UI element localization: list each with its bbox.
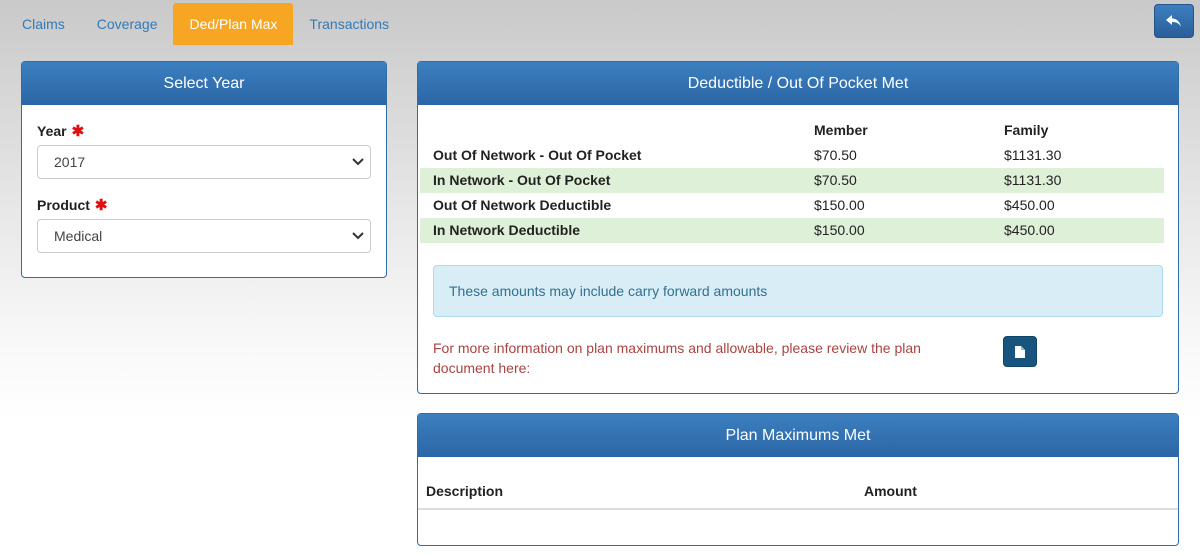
document-icon (1015, 345, 1025, 358)
reply-arrow-icon (1166, 15, 1181, 27)
year-group: Year ✱ 2017 (22, 122, 386, 179)
deductible-title: Deductible / Out Of Pocket Met (418, 62, 1178, 105)
deductible-panel: Deductible / Out Of Pocket Met Member Fa… (417, 61, 1179, 394)
required-asterisk-icon: ✱ (71, 123, 85, 140)
product-select[interactable]: Medical (37, 219, 371, 253)
select-year-title: Select Year (22, 62, 386, 105)
row-label: Out Of Network - Out Of Pocket (433, 147, 642, 163)
tab-coverage[interactable]: Coverage (81, 3, 174, 45)
member-value: $70.50 (814, 147, 857, 163)
family-column-header: Family (1004, 122, 1049, 138)
family-value: $1131.30 (1004, 147, 1062, 163)
year-select-value: 2017 (54, 154, 86, 170)
product-label: Product ✱ (37, 196, 371, 214)
description-column-header: Description (426, 483, 504, 499)
family-value: $450.00 (1004, 222, 1055, 238)
tab-claims[interactable]: Claims (6, 3, 81, 45)
row-label: In Network Deductible (433, 222, 581, 238)
carry-forward-info: These amounts may include carry forward … (433, 265, 1163, 317)
required-asterisk-icon: ✱ (94, 197, 108, 214)
plan-maximums-title: Plan Maximums Met (418, 414, 1178, 457)
member-column-header: Member (814, 122, 868, 138)
member-value: $70.50 (814, 172, 857, 188)
select-year-panel: Select Year Year ✱ 2017 Product ✱ Medica… (21, 61, 387, 278)
year-select[interactable]: 2017 (37, 145, 371, 179)
row-label: In Network - Out Of Pocket (433, 172, 611, 188)
member-value: $150.00 (814, 197, 865, 213)
chevron-down-icon (352, 232, 364, 240)
table-row: In Network Deductible $150.00 $450.00 (420, 218, 1164, 243)
deductible-header-row: Member Family (420, 118, 1164, 143)
plan-maximums-panel: Plan Maximums Met Description Amount (417, 413, 1179, 546)
year-label-text: Year (37, 123, 67, 139)
row-label: Out Of Network Deductible (433, 197, 612, 213)
plan-document-note: For more information on plan maximums an… (433, 340, 921, 376)
product-select-value: Medical (54, 228, 103, 244)
amount-column-header: Amount (864, 483, 917, 499)
tab-ded-plan-max[interactable]: Ded/Plan Max (173, 3, 294, 45)
tab-bar: Claims Coverage Ded/Plan Max Transaction… (6, 3, 1194, 46)
table-row: Out Of Network - Out Of Pocket $70.50 $1… (420, 143, 1164, 168)
back-button[interactable] (1154, 4, 1194, 38)
family-value: $1131.30 (1004, 172, 1062, 188)
year-label: Year ✱ (37, 122, 371, 140)
tab-transactions[interactable]: Transactions (293, 3, 405, 45)
chevron-down-icon (352, 158, 364, 166)
plan-document-button[interactable] (1003, 336, 1037, 367)
family-value: $450.00 (1004, 197, 1055, 213)
table-row: Out Of Network Deductible $150.00 $450.0… (420, 193, 1164, 218)
product-label-text: Product (37, 197, 90, 213)
member-value: $150.00 (814, 222, 865, 238)
table-row: In Network - Out Of Pocket $70.50 $1131.… (420, 168, 1164, 193)
plan-maximums-header-row: Description Amount (418, 474, 1178, 510)
product-group: Product ✱ Medical (22, 196, 386, 253)
